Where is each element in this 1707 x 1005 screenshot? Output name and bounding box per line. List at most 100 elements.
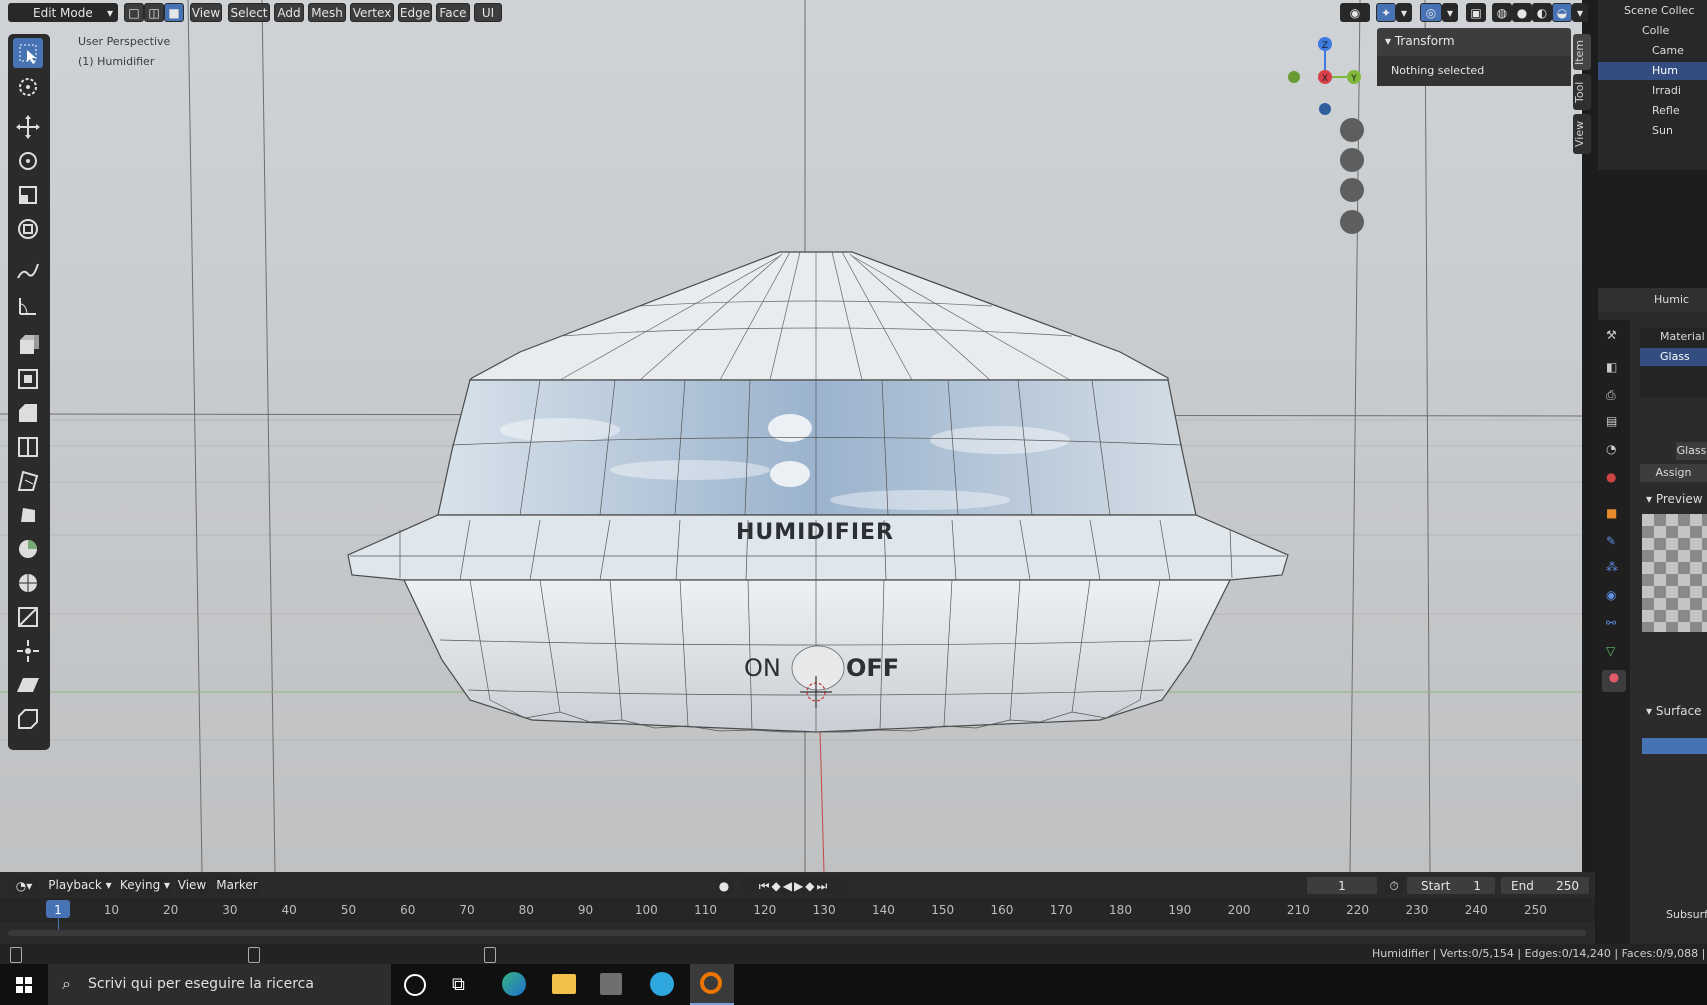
knife-icon[interactable] [13,466,43,496]
task-view-icon[interactable]: ⧉ [452,974,465,995]
menu-view[interactable]: View [190,3,222,22]
file-explorer-icon[interactable] [552,974,576,994]
output-tab-icon[interactable]: ⎙ [1606,388,1622,404]
overlay-toggle-icon[interactable]: ◎ [1420,3,1442,22]
menu-timeline-view[interactable]: View [176,876,208,895]
chevron-down-icon[interactable]: ▾ [1396,3,1412,22]
gizmo-toggle-icon[interactable]: ✦ [1376,3,1396,22]
menu-keying[interactable]: Keying ▾ [118,876,172,895]
shear-icon[interactable] [13,670,43,700]
menu-playback[interactable]: Playback ▾ [48,876,112,895]
bevel-icon[interactable] [13,398,43,428]
shrink-fatten-icon[interactable] [13,636,43,666]
outliner-item-scene-collection[interactable]: Scene Collec [1624,4,1694,17]
navigation-gizmo[interactable]: Z X Y [1282,30,1382,130]
cursor-icon[interactable] [13,72,43,102]
material-shading-icon[interactable]: ◐ [1532,3,1552,22]
xray-toggle-icon[interactable]: ▣ [1466,3,1486,22]
editor-type-icon[interactable]: ◔▾ [8,876,40,895]
extrude-icon[interactable] [13,330,43,360]
solid-shading-icon[interactable]: ● [1512,3,1532,22]
assign-button[interactable]: Assign [1640,464,1707,482]
transform-panel-header[interactable]: ▾ Transform [1385,34,1565,52]
menu-edge[interactable]: Edge [398,3,432,22]
material-slot-material[interactable]: Material [1660,330,1705,343]
outliner-item-collection[interactable]: Colle [1642,24,1669,37]
outliner-item-humidifier[interactable]: Hum [1652,64,1678,77]
stopwatch-icon[interactable]: ⏱ [1384,876,1404,895]
telegram-icon[interactable] [650,972,674,996]
pan-hand-icon[interactable] [1340,148,1364,172]
chevron-down-icon[interactable]: ▾ [1442,3,1458,22]
data-tab-icon[interactable]: ▽ [1606,644,1622,660]
tab-tool[interactable]: Tool [1573,74,1591,110]
surface-shader-field[interactable] [1642,738,1707,754]
windows-start-icon[interactable] [0,964,48,1005]
scene-tab-icon[interactable]: ◔ [1606,442,1622,458]
tab-item[interactable]: Item [1573,34,1591,70]
camera-view-icon[interactable] [1340,178,1364,202]
tab-view[interactable]: View [1573,114,1591,154]
end-frame-field[interactable]: End 250 [1500,876,1590,895]
menu-marker[interactable]: Marker [214,876,260,895]
outliner-item-reflection[interactable]: Refle [1652,104,1680,117]
mode-selector[interactable]: Edit Mode ▾ [8,3,118,22]
edge-select-button[interactable]: ◫ [144,3,164,22]
preview-panel-header[interactable]: ▾ Preview [1646,492,1703,506]
menu-add[interactable]: Add [274,3,304,22]
surface-panel-header[interactable]: ▾ Surface [1646,704,1702,718]
playback-controls[interactable]: ⏮◆◀▶◆⏭ [740,876,848,895]
physics-tab-icon[interactable]: ◉ [1606,588,1622,604]
menu-select[interactable]: Select [228,3,270,22]
annotate-icon[interactable] [13,256,43,286]
menu-uv[interactable]: UI [474,3,502,22]
modifier-tab-icon[interactable]: ✎ [1606,534,1622,550]
taskbar-search-box[interactable]: ⌕ Scrivi qui per eseguire la ricerca [48,964,391,1005]
vertex-select-button[interactable]: □ [124,3,144,22]
menu-mesh[interactable]: Mesh [308,3,346,22]
visibility-eye-icon[interactable]: ◉ [1340,3,1370,22]
cortana-icon[interactable] [404,974,426,996]
rip-region-icon[interactable] [13,704,43,734]
3d-viewport[interactable]: HUMIDIFIER ON OFF User Perspective (1) H… [0,0,1582,872]
timeline-scrollbar[interactable] [8,930,1586,936]
outliner-item-sun[interactable]: Sun [1652,124,1673,137]
rotate-icon[interactable] [13,146,43,176]
rendered-shading-icon[interactable]: ◒ [1552,3,1572,22]
inset-icon[interactable] [13,364,43,394]
constraints-tab-icon[interactable]: ⚯ [1606,616,1622,632]
wireframe-shading-icon[interactable]: ◍ [1492,3,1512,22]
chevron-down-icon[interactable]: ▾ [1572,3,1588,22]
edge-browser-icon[interactable] [502,972,526,996]
zoom-icon[interactable] [1340,118,1364,142]
ortho-grid-icon[interactable] [1340,210,1364,234]
world-tab-icon[interactable]: ● [1606,470,1622,486]
menu-vertex[interactable]: Vertex [350,3,394,22]
spin-icon[interactable] [13,534,43,564]
material-slot-glass[interactable]: Glass [1660,350,1690,363]
measure-icon[interactable] [13,290,43,320]
record-icon[interactable]: ● [714,876,734,895]
scale-icon[interactable] [13,180,43,210]
transform-icon[interactable] [13,214,43,244]
object-tab-icon[interactable]: ■ [1606,506,1622,522]
start-frame-field[interactable]: Start 1 [1406,876,1496,895]
outliner-item-irradiance[interactable]: Irradi [1652,84,1681,97]
smooth-icon[interactable] [13,568,43,598]
face-select-button[interactable]: ■ [164,3,184,22]
edge-slide-icon[interactable] [13,602,43,632]
material-tab-icon[interactable]: ● [1602,670,1626,692]
current-frame-field[interactable]: 1 [1306,876,1378,895]
render-tab-icon[interactable]: ◧ [1606,360,1622,376]
view-layer-tab-icon[interactable]: ▤ [1606,414,1622,430]
select-box-icon[interactable] [13,38,43,68]
poly-build-icon[interactable] [13,500,43,530]
tool-tab-icon[interactable]: ⚒ [1606,328,1622,344]
move-icon[interactable] [13,112,43,142]
store-icon[interactable] [600,973,622,995]
outliner-item-camera[interactable]: Came [1652,44,1684,57]
menu-face[interactable]: Face [436,3,470,22]
blender-taskbar-button[interactable] [690,964,734,1005]
loop-cut-icon[interactable] [13,432,43,462]
material-selector[interactable]: Glass [1676,442,1707,460]
